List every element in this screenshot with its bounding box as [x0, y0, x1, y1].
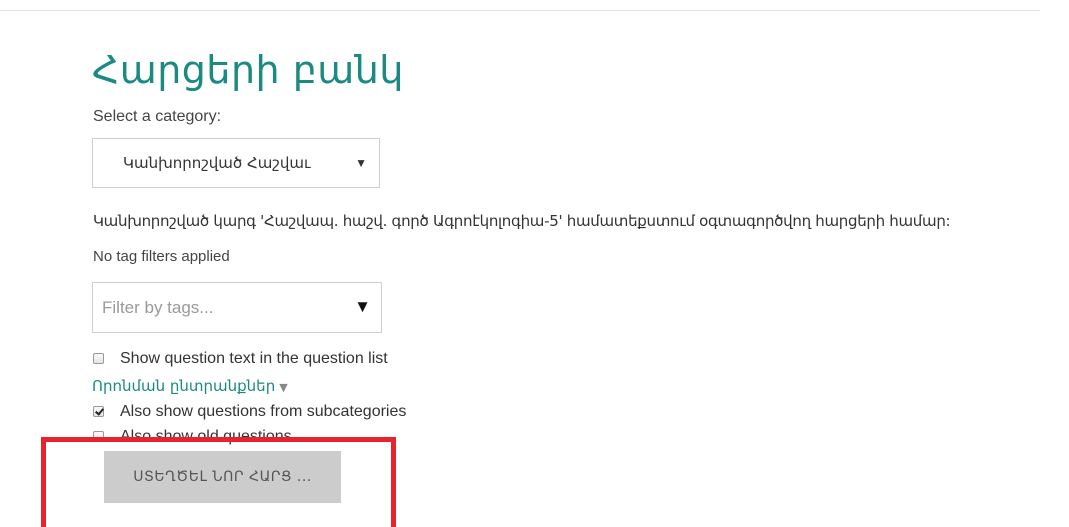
tag-filter-status: No tag filters applied [93, 248, 230, 265]
show-question-text-label: Show question text in the question list [120, 350, 388, 367]
category-label: Select a category: [93, 108, 222, 125]
highlight-annotation-box [41, 437, 396, 527]
subcategories-label: Also show questions from subcategories [120, 403, 407, 420]
search-options-toggle[interactable]: Որոնման ընտրանքներ ▼ [92, 377, 288, 395]
show-question-text-checkbox[interactable] [93, 353, 104, 364]
category-select-value: Կանխորոշված Հաշվաւ [123, 154, 311, 172]
subcategories-checkbox[interactable] [93, 406, 104, 417]
tag-filter-placeholder: Filter by tags... [102, 298, 214, 317]
search-options-label: Որոնման ընտրանքներ [92, 377, 276, 395]
dropdown-arrow-icon: ▼ [354, 297, 371, 316]
chevron-down-icon: ▼ [355, 156, 367, 170]
category-select[interactable]: Կանխորոշված Հաշվաւ ▼ [92, 138, 380, 188]
category-description: Կանխորոշված կարգ 'Հաշվապ. հաշվ. գործ Ագր… [93, 212, 951, 230]
top-divider [0, 10, 1040, 11]
page-title: Հարցերի բանկ [92, 48, 404, 92]
tag-filter-input[interactable]: Filter by tags... ▼ [92, 282, 382, 333]
caret-down-icon: ▼ [279, 381, 288, 394]
